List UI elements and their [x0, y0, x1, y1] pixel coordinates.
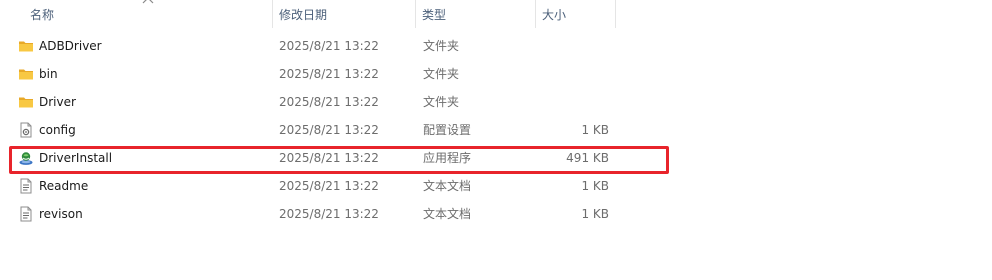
file-row[interactable]: config 2025/8/21 13:22 配置设置 1 KB	[0, 116, 992, 144]
column-header-date[interactable]: 修改日期	[273, 0, 416, 28]
file-size	[520, 88, 609, 116]
file-size: 1 KB	[581, 123, 609, 137]
file-date: 2025/8/21 13:22	[279, 95, 379, 109]
file-name: Readme	[39, 179, 89, 193]
installer-app-icon	[19, 152, 33, 165]
file-type: 文件夹	[423, 39, 460, 53]
file-row[interactable]: DriverInstall 2025/8/21 13:22 应用程序 491 K…	[0, 144, 992, 172]
file-name: config	[39, 123, 76, 137]
file-type: 文件夹	[423, 67, 460, 81]
file-size: 491 KB	[566, 151, 609, 165]
column-header-type-label: 类型	[422, 8, 447, 22]
file-row[interactable]: Driver 2025/8/21 13:22 文件夹	[0, 88, 992, 116]
file-size	[520, 60, 609, 88]
column-header-bar: 名称 修改日期 类型 大小	[0, 0, 992, 30]
file-date: 2025/8/21 13:22	[279, 39, 379, 53]
file-size	[520, 32, 609, 60]
file-date: 2025/8/21 13:22	[279, 151, 379, 165]
file-name: ADBDriver	[39, 39, 102, 53]
folder-icon	[19, 69, 33, 80]
file-type: 应用程序	[423, 151, 472, 165]
folder-icon	[19, 41, 33, 52]
file-size: 1 KB	[581, 207, 609, 221]
file-date: 2025/8/21 13:22	[279, 179, 379, 193]
file-name: bin	[39, 67, 58, 81]
file-row[interactable]: revison 2025/8/21 13:22 文本文档 1 KB	[0, 200, 992, 228]
file-row[interactable]: ADBDriver 2025/8/21 13:22 文件夹	[0, 32, 992, 60]
text-file-icon	[20, 178, 32, 194]
text-file-icon	[20, 206, 32, 222]
file-row[interactable]: bin 2025/8/21 13:22 文件夹	[0, 60, 992, 88]
folder-icon	[19, 97, 33, 108]
file-name: DriverInstall	[39, 151, 113, 165]
file-date: 2025/8/21 13:22	[279, 207, 379, 221]
config-file-icon	[20, 122, 32, 138]
file-name: revison	[39, 207, 83, 221]
file-date: 2025/8/21 13:22	[279, 67, 379, 81]
file-type: 配置设置	[423, 123, 472, 137]
column-header-size-label: 大小	[542, 8, 567, 22]
column-header-date-label: 修改日期	[279, 8, 328, 22]
column-header-size[interactable]: 大小	[536, 0, 616, 28]
file-size: 1 KB	[581, 179, 609, 193]
column-header-name-label: 名称	[30, 8, 55, 22]
file-row[interactable]: Readme 2025/8/21 13:22 文本文档 1 KB	[0, 172, 992, 200]
file-type: 文本文档	[423, 179, 472, 193]
column-header-name[interactable]: 名称	[24, 0, 273, 28]
file-type: 文件夹	[423, 95, 460, 109]
file-type: 文本文档	[423, 207, 472, 221]
file-date: 2025/8/21 13:22	[279, 123, 379, 137]
file-name: Driver	[39, 95, 76, 109]
column-header-type[interactable]: 类型	[416, 0, 536, 28]
